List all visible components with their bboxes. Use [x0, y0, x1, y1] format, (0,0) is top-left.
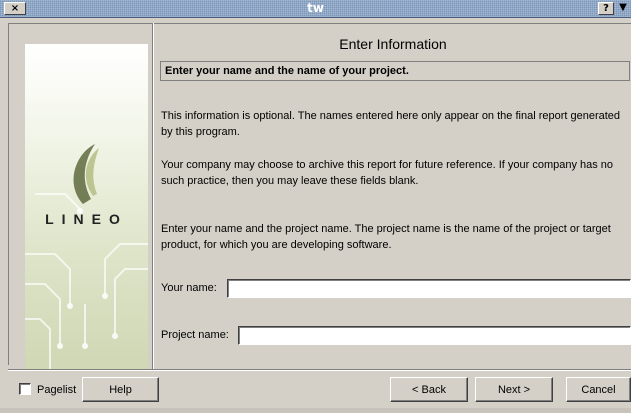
back-button[interactable]: < Back: [390, 377, 468, 402]
footer-separator: [8, 369, 631, 371]
help-button[interactable]: Help: [82, 377, 159, 402]
help-icon[interactable]: ?: [598, 2, 614, 15]
pagelist-label[interactable]: Pagelist: [37, 384, 76, 396]
vertical-separator: [152, 23, 154, 369]
name-input[interactable]: [227, 279, 631, 298]
pagelist-checkbox[interactable]: [19, 383, 31, 395]
info-paragraph-optional: This information is optional. The names …: [161, 110, 621, 138]
pagelist-label-text: Pagelist: [37, 384, 77, 396]
close-icon[interactable]: ×: [4, 2, 26, 15]
cancel-button[interactable]: Cancel: [566, 377, 631, 402]
name-label: Your name:: [161, 282, 217, 294]
title-bar[interactable]: tw × ? ▼: [0, 0, 631, 18]
page-title: Enter Information: [339, 36, 447, 52]
bottom-border: [0, 408, 631, 413]
info-paragraph-archive: Your company may choose to archive this …: [161, 159, 614, 187]
window-menu-icon[interactable]: ▼: [616, 2, 630, 15]
window-title: tw: [307, 1, 324, 15]
project-name-label: Project name:: [161, 329, 229, 341]
lineo-logo: LINEO: [45, 211, 128, 227]
project-name-input[interactable]: [238, 326, 631, 345]
next-button[interactable]: Next >: [475, 377, 553, 402]
circuit-graphic: [25, 144, 148, 370]
info-paragraph-instructions: Enter your name and the project name. Th…: [161, 223, 611, 251]
sidebar-image: LINEO: [25, 44, 148, 370]
page-subtitle: Enter your name and the name of your pro…: [160, 61, 630, 81]
